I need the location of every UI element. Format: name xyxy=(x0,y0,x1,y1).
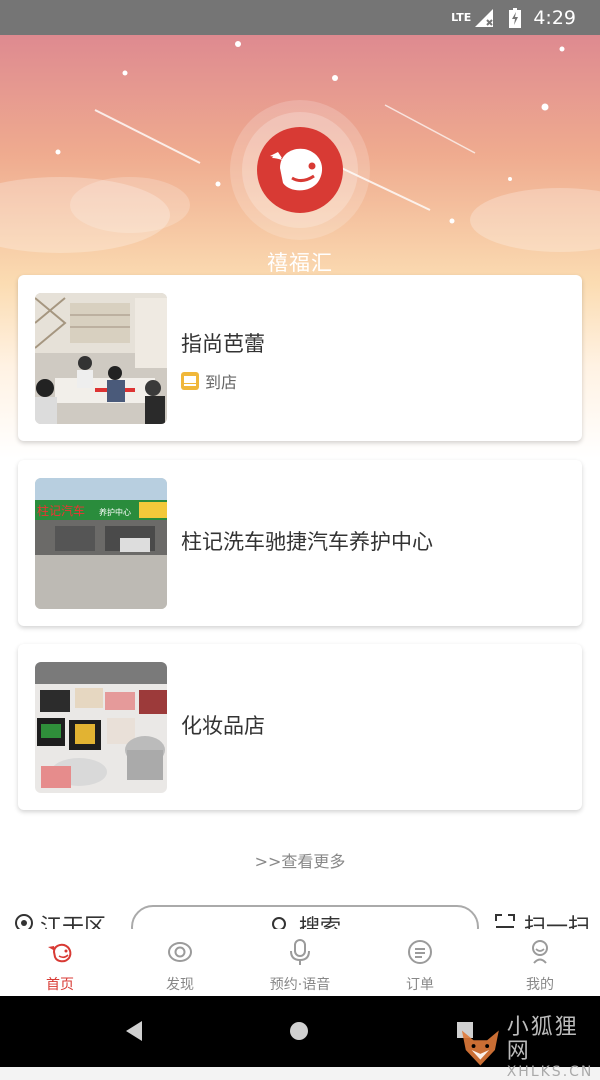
watermark: 小狐狸网 XHLKS.CN xyxy=(458,1016,600,1080)
tab-label: 预约·语音 xyxy=(269,977,331,993)
app-name: 禧福汇 xyxy=(267,251,333,275)
signal-icon xyxy=(475,8,494,27)
store-card[interactable]: 指尚芭蕾 到店 xyxy=(18,275,582,441)
order-list-icon xyxy=(408,940,432,964)
back-icon[interactable] xyxy=(124,1020,144,1042)
store-photo: 柱记汽车 养护中心 xyxy=(35,478,167,609)
tab-orders[interactable]: 订单 xyxy=(360,929,480,996)
location-label[interactable]: 江干区 xyxy=(40,909,106,929)
tab-home[interactable]: 首页 xyxy=(0,929,120,996)
tab-bar: 首页 发现 预约·语音 订单 我的 xyxy=(0,929,600,996)
eye-discover-icon xyxy=(168,942,192,962)
store-card[interactable]: 柱记汽车 养护中心 柱记洗车驰捷汽车养护中心 xyxy=(18,460,582,626)
search-placeholder: 搜索 xyxy=(299,915,341,929)
search-box[interactable]: 搜索 xyxy=(131,905,479,929)
tab-label: 发现 xyxy=(166,977,194,993)
store-sign-text: 柱记汽车 xyxy=(37,503,85,518)
battery-charging-icon xyxy=(509,7,522,28)
store-name: 柱记洗车驰捷汽车养护中心 xyxy=(181,530,433,554)
tab-mine[interactable]: 我的 xyxy=(480,929,600,996)
search-icon xyxy=(272,917,286,929)
store-tag: 到店 xyxy=(181,369,237,393)
home-icon[interactable] xyxy=(289,1021,309,1041)
watermark-url: XHLKS.CN xyxy=(506,1064,594,1080)
watermark-title: 小狐狸网 xyxy=(506,1015,579,1064)
store-tag-label: 到店 xyxy=(205,373,238,392)
scan-icon xyxy=(495,914,515,928)
bottom-area: 江干区 搜索 扫一扫 首页 发现 预约·语音 订单 我的 xyxy=(0,905,600,996)
network-type: LTE xyxy=(451,11,472,24)
microphone-icon xyxy=(290,939,310,965)
status-bar: LTE 4:29 xyxy=(0,0,600,35)
store-sign-sub: 养护中心 xyxy=(99,507,131,517)
store-icon xyxy=(181,372,199,390)
store-photo xyxy=(35,662,167,793)
tab-label: 订单 xyxy=(406,977,434,993)
tab-discover[interactable]: 发现 xyxy=(120,929,240,996)
store-card[interactable]: 化妆品店 xyxy=(18,644,582,810)
store-photo xyxy=(35,293,167,424)
search-row: 江干区 搜索 扫一扫 xyxy=(0,905,600,929)
tab-label: 首页 xyxy=(46,977,74,993)
location-pin-icon xyxy=(15,914,33,929)
tab-label: 我的 xyxy=(526,977,554,993)
scan-label[interactable]: 扫一扫 xyxy=(524,909,590,929)
clock: 4:29 xyxy=(533,6,576,29)
app-logo xyxy=(230,100,370,240)
view-more-link[interactable]: >>查看更多 xyxy=(0,848,600,872)
whale-home-icon xyxy=(48,943,72,963)
profile-icon xyxy=(532,940,548,964)
tab-reserve-voice[interactable]: 预约·语音 xyxy=(240,929,360,996)
fox-logo-icon xyxy=(461,1030,499,1066)
store-name: 化妆品店 xyxy=(181,714,265,738)
store-name: 指尚芭蕾 xyxy=(181,332,265,356)
